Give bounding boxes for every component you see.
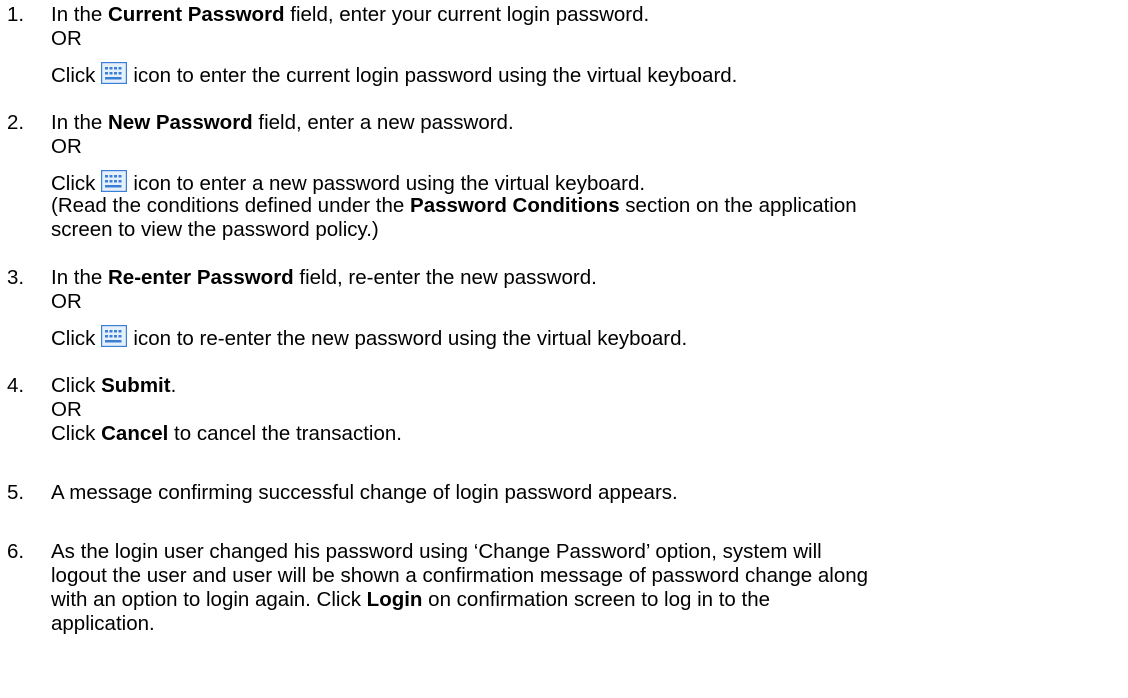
text-segment: In the (51, 266, 108, 289)
text-segment: to cancel the transaction. (168, 422, 402, 445)
field-name: Re-enter Password (108, 266, 294, 289)
step-line: In the Re-enter Password field, re-enter… (51, 266, 597, 290)
step-line: In the Current Password field, enter you… (51, 3, 649, 27)
text-segment: icon to enter the current login password… (133, 64, 738, 87)
text-segment: Click (51, 327, 96, 350)
cancel-label: Cancel (101, 422, 169, 445)
virtual-keyboard-icon[interactable] (101, 62, 128, 84)
text-segment: field, re-enter the new password. (293, 266, 597, 289)
step-number: 5. (7, 481, 25, 504)
text-segment: Click (51, 374, 102, 397)
step-number: 2. (7, 111, 25, 134)
step-number: 3. (7, 266, 25, 289)
step-line: OR (51, 135, 82, 158)
step-line: with an option to login again. Click Log… (51, 588, 770, 612)
step-line: OR (51, 290, 82, 313)
step-line: screen to view the password policy.) (51, 218, 379, 241)
text-segment: . (170, 374, 177, 397)
virtual-keyboard-icon[interactable] (101, 325, 128, 347)
section-name: Password Conditions (410, 194, 620, 217)
field-name: New Password (108, 111, 253, 134)
step-line: OR (51, 27, 82, 50)
step-line: Click Submit. (51, 374, 176, 398)
virtual-keyboard-icon[interactable] (101, 170, 128, 192)
step-line: A message confirming successful change o… (51, 481, 678, 504)
text-segment: field, enter your current login password… (284, 3, 650, 26)
step-line: Click icon to enter the current login pas… (51, 62, 737, 88)
step-line: Click icon to re-enter the new password u… (51, 325, 687, 351)
text-segment: In the (51, 111, 108, 134)
step-number: 1. (7, 3, 25, 26)
text-segment: field, enter a new password. (252, 111, 514, 134)
step-line: application. (51, 612, 155, 635)
text-segment: on confirmation screen to log in to the (422, 588, 771, 611)
step-number: 6. (7, 540, 25, 563)
text-segment: section on the application (619, 194, 857, 217)
text-segment: icon to enter a new password using the v… (133, 172, 646, 195)
submit-label: Submit (101, 374, 171, 397)
text-segment: (Read the conditions defined under the (51, 194, 411, 217)
text-segment: icon to re-enter the new password using … (133, 327, 688, 350)
text-segment: Click (51, 422, 102, 445)
step-line: As the login user changed his password u… (51, 540, 822, 563)
step-line: (Read the conditions defined under the P… (51, 194, 857, 218)
step-line: logout the user and user will be shown a… (51, 564, 869, 587)
text-segment: with an option to login again. Click (51, 588, 367, 611)
text-segment: Click (51, 64, 96, 87)
step-number: 4. (7, 374, 25, 397)
step-line: In the New Password field, enter a new p… (51, 111, 514, 135)
text-segment: Click (51, 172, 96, 195)
step-line: OR (51, 398, 82, 421)
field-name: Current Password (108, 3, 285, 26)
step-line: Click Cancel to cancel the transaction. (51, 422, 402, 446)
step-line: Click icon to enter a new password using … (51, 170, 645, 196)
login-label: Login (366, 588, 423, 611)
text-segment: In the (51, 3, 108, 26)
instruction-document: 1. In the Current Password field, enter … (0, 0, 1128, 698)
